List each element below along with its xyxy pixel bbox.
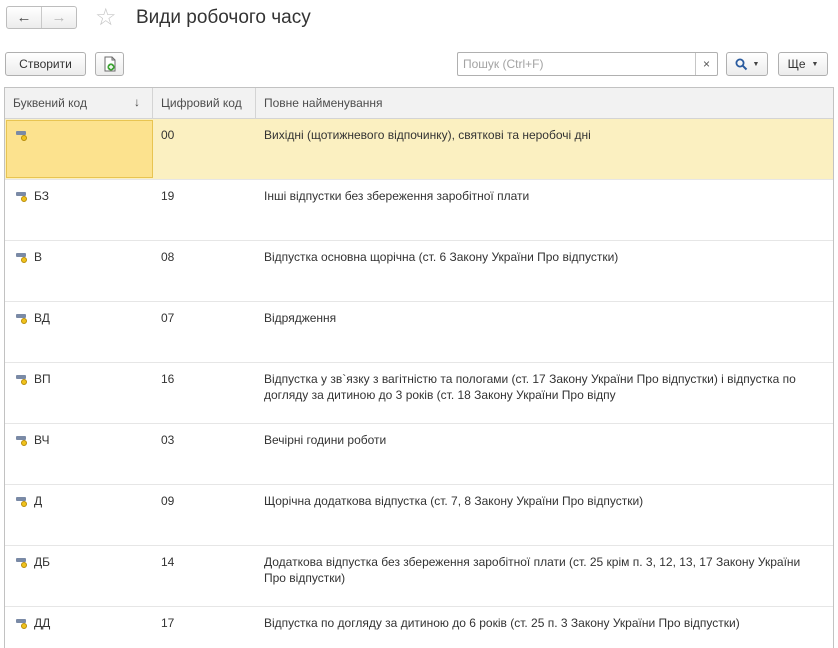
item-marker-icon bbox=[16, 251, 28, 263]
copy-button[interactable] bbox=[95, 52, 124, 76]
sort-arrow-icon: ↓ bbox=[134, 95, 140, 109]
arrow-right-icon: → bbox=[51, 9, 67, 26]
letter-code-cell: ВП bbox=[5, 363, 153, 423]
letter-code: БЗ bbox=[34, 189, 49, 203]
digit-code: 07 bbox=[161, 311, 175, 325]
more-label: Ще bbox=[787, 57, 806, 71]
digit-code: 14 bbox=[161, 555, 175, 569]
letter-code: ДД bbox=[34, 616, 51, 630]
table-row[interactable]: БЗ 19 Інші відпустки без збереження заро… bbox=[5, 180, 833, 241]
digit-code: 08 bbox=[161, 250, 175, 264]
letter-code-cell: Д bbox=[5, 485, 153, 545]
forward-button[interactable]: → bbox=[42, 7, 76, 28]
full-name: Щорічна додаткова відпустка (ст. 7, 8 За… bbox=[264, 494, 644, 508]
item-marker-icon bbox=[16, 434, 28, 446]
title-bar: ← → ☆ Види робочого часу bbox=[0, 0, 838, 40]
column-label: Буквений код bbox=[13, 96, 87, 110]
digit-code: 03 bbox=[161, 433, 175, 447]
find-button[interactable]: ▼ bbox=[726, 52, 768, 76]
chevron-down-icon: ▼ bbox=[752, 60, 760, 68]
digit-code: 09 bbox=[161, 494, 175, 508]
full-name: Відрядження bbox=[264, 311, 337, 325]
item-marker-icon bbox=[16, 617, 28, 629]
digit-code: 17 bbox=[161, 616, 175, 630]
item-marker-icon bbox=[16, 373, 28, 385]
create-button[interactable]: Створити bbox=[5, 52, 86, 76]
item-marker-icon bbox=[16, 312, 28, 324]
column-label: Цифровий код bbox=[161, 96, 242, 110]
item-marker-icon bbox=[16, 556, 28, 568]
column-header-digit-code[interactable]: Цифровий код bbox=[153, 88, 256, 118]
item-marker-icon bbox=[16, 495, 28, 507]
letter-code: ВД bbox=[34, 311, 50, 325]
full-name: Відпустка по догляду за дитиною до 6 рок… bbox=[264, 616, 740, 630]
table-row[interactable]: ВП 16 Відпустка у зв`язку з вагітністю т… bbox=[5, 363, 833, 424]
document-plus-icon bbox=[104, 56, 115, 72]
magnifier-icon bbox=[735, 58, 747, 70]
digit-code: 00 bbox=[161, 128, 175, 142]
column-header-letter-code[interactable]: Буквений код ↓ bbox=[5, 88, 153, 118]
letter-code-cell: ВЧ bbox=[5, 424, 153, 484]
table-row[interactable]: ВЧ 03 Вечірні години роботи bbox=[5, 424, 833, 485]
full-name: Інші відпустки без збереження заробітної… bbox=[264, 189, 530, 203]
column-header-full-name[interactable]: Повне найменування bbox=[256, 88, 833, 118]
star-icon[interactable]: ☆ bbox=[95, 5, 117, 31]
table-row[interactable]: Д 09 Щорічна додаткова відпустка (ст. 7,… bbox=[5, 485, 833, 546]
page-title: Види робочого часу bbox=[136, 7, 311, 28]
letter-code-cell: ДД bbox=[5, 607, 153, 648]
table-row[interactable]: ВД 07 Відрядження bbox=[5, 302, 833, 363]
letter-code-cell: В bbox=[5, 241, 153, 301]
close-icon: × bbox=[702, 57, 710, 71]
more-menu-button[interactable]: Ще ▼ bbox=[778, 52, 828, 76]
search-input[interactable] bbox=[458, 53, 695, 75]
digit-code: 19 bbox=[161, 189, 175, 203]
letter-code-cell bbox=[6, 120, 153, 178]
item-marker-icon bbox=[16, 190, 28, 202]
letter-code-cell: ВД bbox=[5, 302, 153, 362]
full-name: Вечірні години роботи bbox=[264, 433, 387, 447]
item-marker-icon bbox=[16, 129, 28, 141]
letter-code: ВЧ bbox=[34, 433, 50, 447]
work-time-types-table: Буквений код ↓ Цифровий код Повне наймен… bbox=[4, 87, 834, 648]
table-row[interactable]: 00 Вихідні (щотижневого відпочинку), свя… bbox=[5, 119, 833, 180]
letter-code: Д bbox=[34, 494, 43, 508]
letter-code-cell: ДБ bbox=[5, 546, 153, 606]
letter-code-cell: БЗ bbox=[5, 180, 153, 240]
table-row[interactable]: В 08 Відпустка основна щорічна (ст. 6 За… bbox=[5, 241, 833, 302]
letter-code: В bbox=[34, 250, 43, 264]
full-name: Відпустка основна щорічна (ст. 6 Закону … bbox=[264, 250, 619, 264]
search-field: × bbox=[457, 52, 718, 76]
column-label: Повне найменування bbox=[264, 96, 383, 110]
chevron-down-icon: ▼ bbox=[811, 60, 819, 68]
full-name: Вихідні (щотижневого відпочинку), святко… bbox=[264, 128, 591, 142]
table-row[interactable]: ДБ 14 Додаткова відпустка без збереження… bbox=[5, 546, 833, 607]
back-button[interactable]: ← bbox=[7, 7, 42, 28]
full-name: Додаткова відпустка без збереження зароб… bbox=[264, 555, 801, 585]
digit-code: 16 bbox=[161, 372, 175, 386]
full-name: Відпустка у зв`язку з вагітністю та поло… bbox=[264, 372, 796, 402]
arrow-left-icon: ← bbox=[16, 9, 32, 26]
clear-search-button[interactable]: × bbox=[695, 53, 717, 75]
letter-code: ВП bbox=[34, 372, 51, 386]
letter-code: ДБ bbox=[34, 555, 51, 569]
table-row[interactable]: ДД 17 Відпустка по догляду за дитиною до… bbox=[5, 607, 833, 648]
table-header: Буквений код ↓ Цифровий код Повне наймен… bbox=[5, 88, 833, 119]
navigation-buttons: ← → bbox=[6, 6, 77, 29]
